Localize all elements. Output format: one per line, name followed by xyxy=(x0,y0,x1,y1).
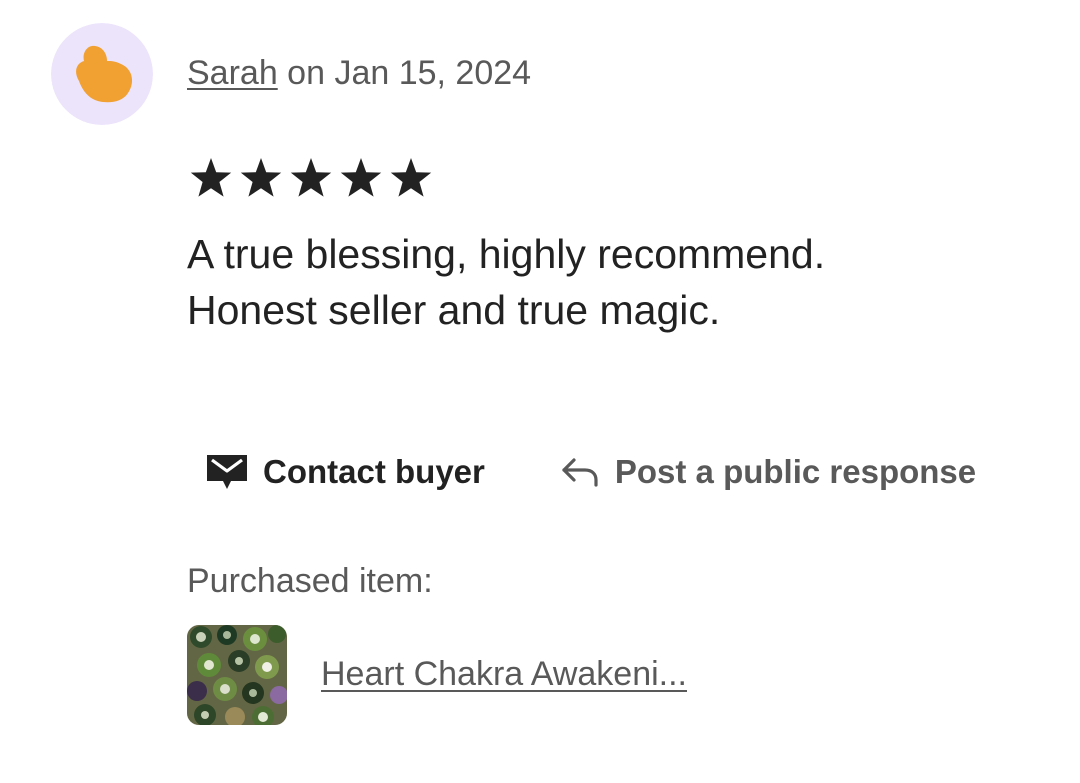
star-icon xyxy=(237,155,285,203)
item-title-link[interactable]: Heart Chakra Awakeni... xyxy=(321,655,687,694)
review-actions: Contact buyer Post a public response xyxy=(205,448,976,496)
review-text-line: Honest seller and true magic. xyxy=(187,287,721,333)
star-icon xyxy=(337,155,385,203)
post-public-response-label: Post a public response xyxy=(614,453,977,490)
item-thumbnail[interactable] xyxy=(187,624,287,725)
purchased-item-label: Purchased item: xyxy=(187,562,433,600)
star-icon xyxy=(187,155,235,203)
review-byline: Sarah on Jan 15, 2024 xyxy=(187,53,531,93)
reviewer-avatar[interactable] xyxy=(51,23,153,125)
review-date: on Jan 15, 2024 xyxy=(277,54,532,92)
reply-arrow-icon xyxy=(559,454,601,490)
post-public-response-button[interactable]: Post a public response xyxy=(559,453,976,491)
review-text-line: A true blessing, highly recommend. xyxy=(187,231,826,277)
user-blob-icon xyxy=(51,23,153,125)
contact-buyer-label: Contact buyer xyxy=(263,453,485,490)
review-text: A true blessing, highly recommend. Hones… xyxy=(187,226,1047,338)
reviewer-name-link[interactable]: Sarah xyxy=(187,54,278,92)
contact-buyer-button[interactable]: Contact buyer xyxy=(205,452,485,492)
envelope-icon xyxy=(205,452,249,492)
star-icon xyxy=(387,155,435,203)
star-rating xyxy=(187,155,435,203)
star-icon xyxy=(287,155,335,203)
purchased-item: Heart Chakra Awakeni... xyxy=(187,624,687,725)
